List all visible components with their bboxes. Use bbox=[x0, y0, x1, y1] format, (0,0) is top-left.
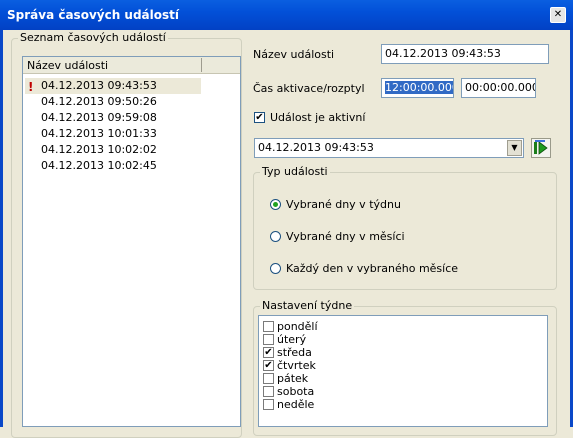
run-event-button[interactable] bbox=[531, 138, 551, 158]
list-item[interactable]: ! 04.12.2013 09:43:53 bbox=[25, 78, 201, 94]
weekday-checkbox[interactable] bbox=[263, 334, 274, 345]
activation-time-value: 12:00:00.000 bbox=[385, 81, 453, 94]
event-type-legend: Typ události bbox=[260, 165, 330, 178]
chevron-down-icon[interactable]: ▼ bbox=[507, 140, 522, 156]
event-list[interactable]: Název události ! 04.12.2013 09:43:53 04.… bbox=[22, 56, 241, 427]
activation-time-label: Čas aktivace/rozptyl bbox=[253, 82, 365, 95]
radio-weekdays[interactable] bbox=[270, 199, 281, 210]
run-icon bbox=[534, 140, 548, 155]
weekday-checklist[interactable]: pondělí úterý ✔ středa ✔ čtvrtek pátek s… bbox=[258, 315, 548, 427]
list-item-label: 04.12.2013 09:50:26 bbox=[41, 95, 157, 108]
weekday-label: pondělí bbox=[277, 320, 318, 333]
list-item-label: 04.12.2013 10:02:02 bbox=[41, 143, 157, 156]
list-item[interactable]: 04.12.2013 09:59:08 bbox=[25, 110, 201, 126]
weekday-label: úterý bbox=[277, 333, 307, 346]
weekday-checkbox[interactable] bbox=[263, 321, 274, 332]
radio-everyday-month-label: Každý den v vybraného měsíce bbox=[286, 262, 459, 275]
event-combo-value: 04.12.2013 09:43:53 bbox=[258, 141, 374, 154]
weekday-label: pátek bbox=[277, 372, 309, 385]
list-item-label: 04.12.2013 10:02:45 bbox=[41, 159, 157, 172]
event-name-input[interactable]: 04.12.2013 09:43:53 bbox=[381, 44, 549, 64]
list-item[interactable]: 04.12.2013 10:01:33 bbox=[25, 126, 201, 142]
column-header-name[interactable]: Název události bbox=[27, 59, 108, 72]
weekday-checkbox[interactable]: ✔ bbox=[263, 360, 274, 371]
warning-icon: ! bbox=[28, 80, 34, 94]
weekday-label: neděle bbox=[277, 398, 315, 411]
active-checkbox-label: Událost je aktivní bbox=[270, 111, 366, 124]
list-item-label: 04.12.2013 09:43:53 bbox=[41, 79, 157, 92]
list-item[interactable]: 04.12.2013 10:02:02 bbox=[25, 142, 201, 158]
weekday-label: středa bbox=[277, 346, 312, 359]
weekday-checkbox[interactable]: ✔ bbox=[263, 347, 274, 358]
window-title: Správa časových událostí bbox=[7, 8, 180, 22]
radio-everyday-month[interactable] bbox=[270, 263, 281, 274]
weekday-label: čtvrtek bbox=[277, 359, 316, 372]
activation-spread-input[interactable]: 00:00:00.000 bbox=[461, 78, 536, 98]
weekday-checkbox[interactable] bbox=[263, 386, 274, 397]
list-item-label: 04.12.2013 10:01:33 bbox=[41, 127, 157, 140]
weekday-label: sobota bbox=[277, 385, 315, 398]
event-name-label: Název události bbox=[253, 48, 335, 61]
title-bar: Správa časových událostí ✕ bbox=[0, 0, 573, 30]
column-separator[interactable] bbox=[201, 58, 202, 72]
event-combo[interactable]: 04.12.2013 09:43:53 ▼ bbox=[254, 138, 524, 158]
list-item[interactable]: 04.12.2013 10:02:45 bbox=[25, 158, 201, 174]
activation-time-input[interactable]: 12:00:00.000 bbox=[381, 78, 454, 98]
week-settings-legend: Nastavení týdne bbox=[260, 299, 355, 312]
weekday-checkbox[interactable] bbox=[263, 373, 274, 384]
active-checkbox[interactable]: ✔ bbox=[254, 112, 265, 123]
list-item[interactable]: 04.12.2013 09:50:26 bbox=[25, 94, 201, 110]
list-item-label: 04.12.2013 09:59:08 bbox=[41, 111, 157, 124]
event-list-legend: Seznam časových událostí bbox=[18, 31, 168, 44]
radio-monthdays[interactable] bbox=[270, 231, 281, 242]
list-header[interactable]: Název události bbox=[23, 57, 240, 74]
weekday-checkbox[interactable] bbox=[263, 399, 274, 410]
radio-monthdays-label: Vybrané dny v měsíci bbox=[286, 230, 405, 243]
radio-weekdays-label: Vybrané dny v týdnu bbox=[286, 198, 401, 211]
close-button[interactable]: ✕ bbox=[550, 7, 566, 23]
